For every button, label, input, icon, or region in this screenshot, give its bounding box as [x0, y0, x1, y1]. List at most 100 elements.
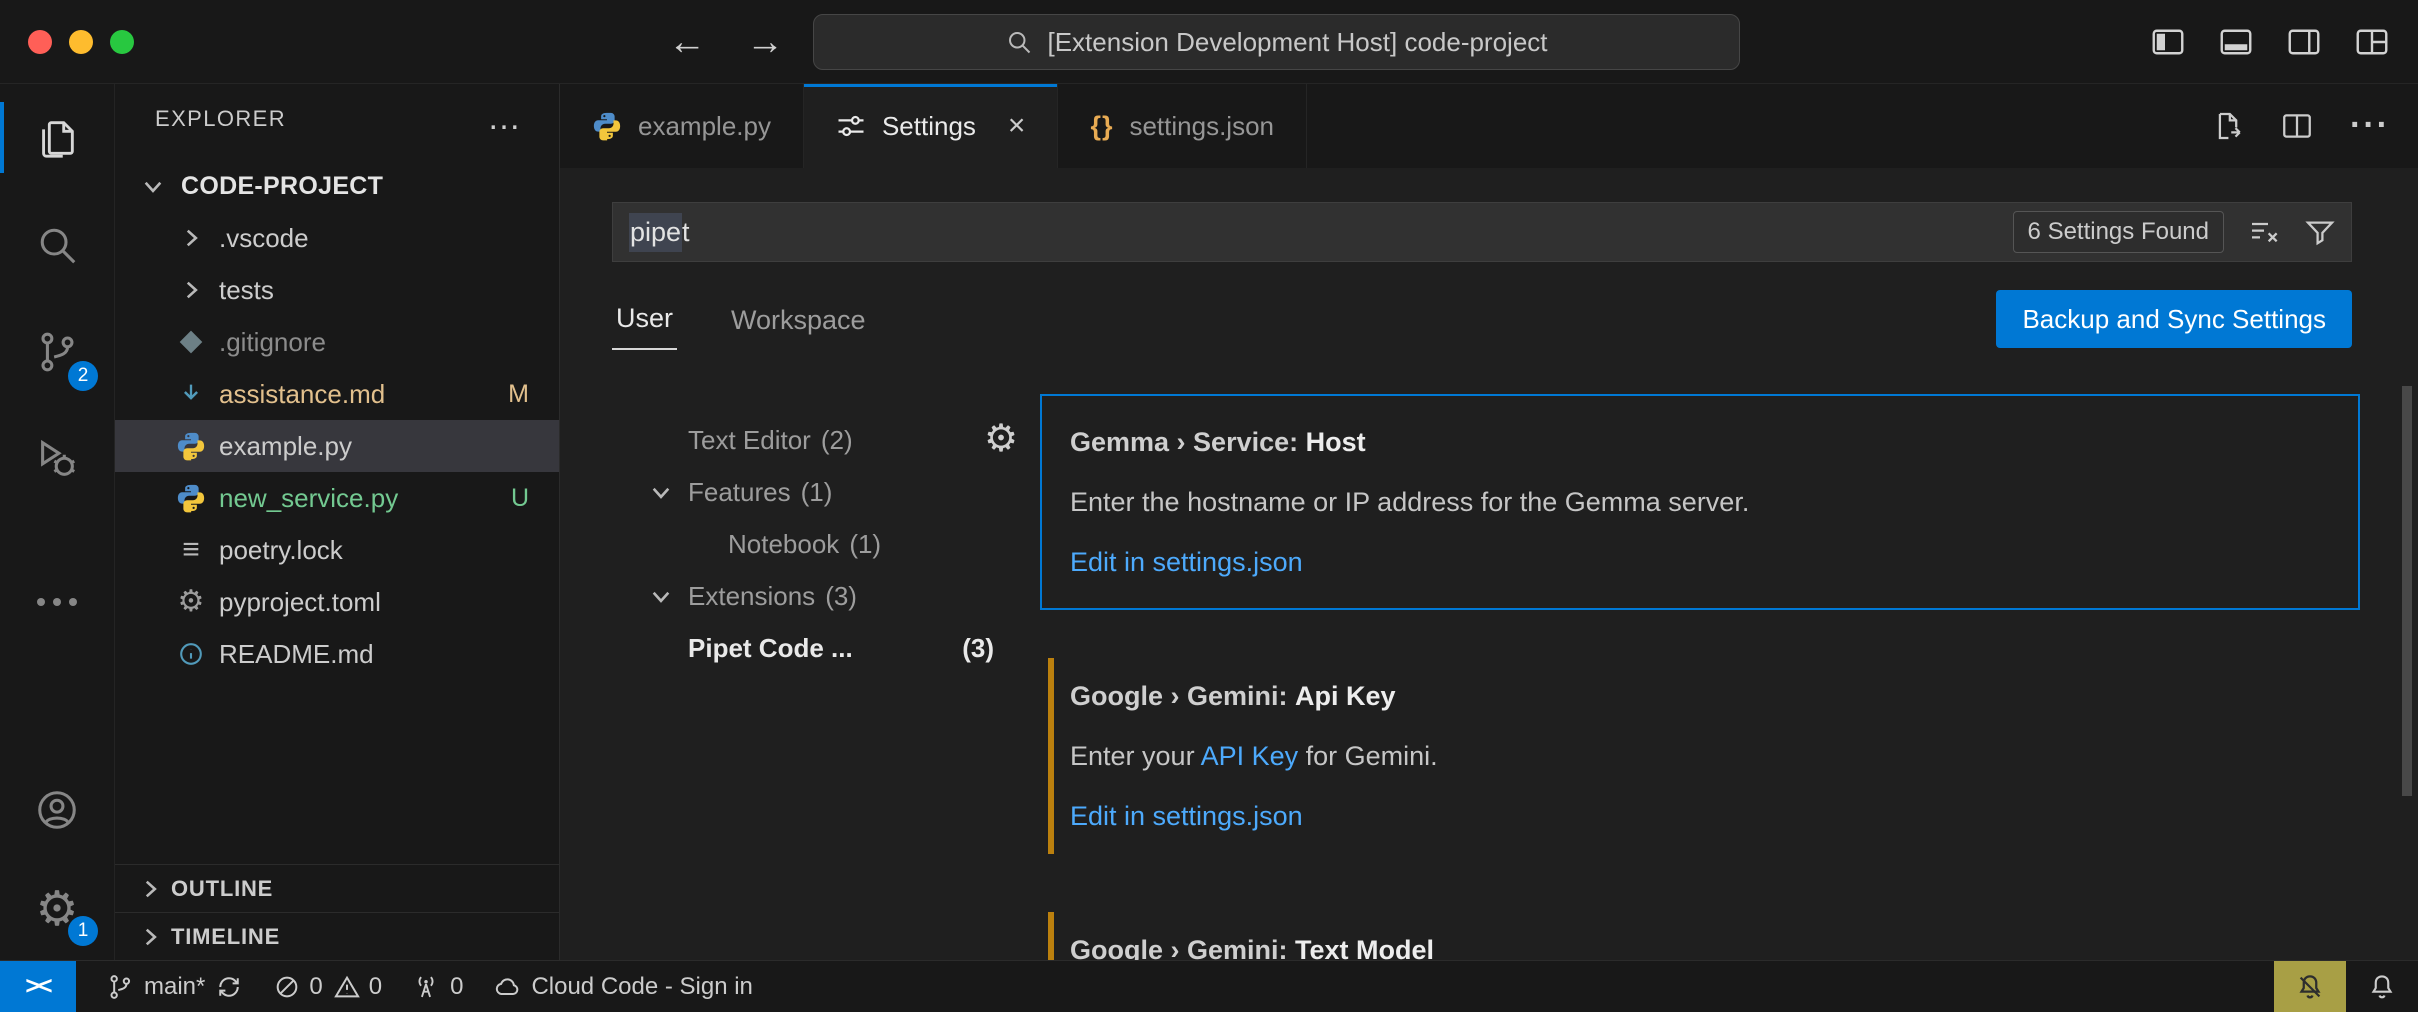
activity-accounts[interactable]: [0, 760, 114, 860]
python-icon: [592, 111, 622, 141]
edit-in-settings-json-link[interactable]: Edit in settings.json: [1070, 798, 2330, 834]
activity-more[interactable]: [0, 548, 114, 655]
setting-gear-icon[interactable]: ⚙: [984, 420, 1018, 458]
tree-item-new-service-py[interactable]: new_service.py U: [115, 472, 559, 524]
setting-gemini-api-key[interactable]: Google › Gemini: Api Key Enter your API …: [1040, 648, 2360, 864]
toc-notebook[interactable]: Notebook (1): [648, 518, 1040, 570]
file-label: .vscode: [219, 223, 309, 254]
tree-item-poetry-lock[interactable]: ≡ poetry.lock: [115, 524, 559, 576]
section-label: OUTLINE: [171, 876, 273, 902]
tree-item-example-py[interactable]: example.py: [115, 420, 559, 472]
do-not-disturb-status[interactable]: [2274, 961, 2346, 1012]
minimize-window-button[interactable]: [69, 30, 93, 54]
timeline-section-header[interactable]: TIMELINE: [115, 912, 559, 960]
setting-title: Google › Gemini: Text Model: [1070, 932, 2330, 960]
tree-item-tests[interactable]: tests: [115, 264, 559, 316]
scrollbar[interactable]: [2402, 386, 2412, 796]
search-text: t: [682, 217, 690, 248]
tab-settings-json[interactable]: {} settings.json: [1058, 84, 1307, 168]
chevron-down-icon: [140, 173, 166, 199]
scope-tab-user[interactable]: User: [612, 303, 677, 350]
settings-toc: Text Editor (2) Features (1) Notebook (1…: [560, 374, 1040, 960]
toc-extensions[interactable]: Extensions (3): [648, 570, 1040, 622]
branch-name: main*: [144, 973, 205, 1001]
more-actions-icon[interactable]: ···: [2350, 119, 2390, 133]
notifications-status[interactable]: [2346, 961, 2418, 1012]
forward-button[interactable]: →: [746, 23, 784, 61]
tab-label: settings.json: [1129, 111, 1274, 142]
api-key-link[interactable]: API Key: [1201, 741, 1299, 771]
python-icon: [176, 431, 206, 461]
tree-item-pyproject-toml[interactable]: ⚙ pyproject.toml: [115, 576, 559, 628]
chevron-right-icon: [178, 277, 204, 303]
problems-status[interactable]: 0 0: [273, 973, 382, 1001]
errors-icon: [273, 973, 301, 1001]
git-branch-status[interactable]: main*: [106, 973, 243, 1001]
search-icon: [1005, 28, 1033, 56]
ports-count: 0: [450, 973, 463, 1001]
sync-icon: [215, 973, 243, 1001]
remote-indicator[interactable]: ><: [0, 961, 76, 1012]
search-icon: [34, 222, 80, 268]
git-file-icon: [180, 331, 203, 354]
edit-in-settings-json-link[interactable]: Edit in settings.json: [1070, 544, 2330, 580]
activity-source-control[interactable]: 2: [0, 298, 114, 405]
explorer-more-actions[interactable]: …: [487, 112, 523, 126]
close-window-button[interactable]: [28, 30, 52, 54]
tree-item-gitignore[interactable]: .gitignore: [115, 316, 559, 368]
filter-icon[interactable]: [2304, 216, 2336, 248]
toggle-panel-icon[interactable]: [2218, 24, 2254, 60]
account-icon: [34, 787, 80, 833]
scope-tab-workspace[interactable]: Workspace: [727, 305, 870, 350]
explorer-title: EXPLORER: [155, 106, 286, 132]
outline-section-header[interactable]: OUTLINE: [115, 864, 559, 912]
file-label: .gitignore: [219, 327, 326, 358]
toc-features[interactable]: Features (1): [648, 466, 1040, 518]
cloud-icon: [493, 973, 521, 1001]
ports-status[interactable]: 0: [412, 973, 463, 1001]
tree-root-code-project[interactable]: CODE-PROJECT: [115, 160, 559, 212]
file-label: poetry.lock: [219, 535, 343, 566]
tree-item-assistance-md[interactable]: assistance.md M: [115, 368, 559, 420]
activity-run-debug[interactable]: [0, 405, 114, 512]
tree-item-readme-md[interactable]: README.md: [115, 628, 559, 680]
tab-label: example.py: [638, 111, 771, 142]
back-button[interactable]: ←: [668, 23, 706, 61]
command-center[interactable]: [Extension Development Host] code-projec…: [813, 14, 1740, 70]
warning-count: 0: [369, 973, 382, 1001]
tab-settings[interactable]: Settings ×: [804, 84, 1058, 168]
cloud-code-status[interactable]: Cloud Code - Sign in: [493, 973, 752, 1001]
status-bar: >< main* 0 0 0 Cloud Code - Sign in: [0, 960, 2418, 1012]
lock-file-icon: ≡: [182, 535, 200, 565]
zoom-window-button[interactable]: [110, 30, 134, 54]
chevron-right-icon: [178, 225, 204, 251]
settings-editor: pipet 6 Settings Found User Workspace Ba…: [560, 168, 2418, 960]
titlebar: ← → [Extension Development Host] code-pr…: [0, 0, 2418, 84]
activity-explorer[interactable]: [0, 84, 114, 191]
backup-sync-settings-button[interactable]: Backup and Sync Settings: [1996, 290, 2352, 348]
setting-gemini-text-model[interactable]: Google › Gemini: Text Model: [1040, 902, 2360, 960]
toc-pipet-code[interactable]: Pipet Code ... (3): [648, 622, 1040, 674]
file-tree: CODE-PROJECT .vscode tests .gitignore as…: [115, 154, 559, 680]
split-editor-icon[interactable]: [2280, 109, 2314, 143]
toc-text-editor[interactable]: Text Editor (2): [648, 414, 1040, 466]
json-braces-icon: {}: [1090, 111, 1113, 142]
toggle-secondary-sidebar-icon[interactable]: [2286, 24, 2322, 60]
tab-example-py[interactable]: example.py: [560, 84, 804, 168]
tree-item-vscode[interactable]: .vscode: [115, 212, 559, 264]
setting-gemma-service-host[interactable]: ⚙ Gemma › Service: Host Enter the hostna…: [1040, 394, 2360, 610]
info-icon: [177, 640, 205, 668]
root-folder-label: CODE-PROJECT: [181, 172, 383, 201]
activity-settings[interactable]: ⚙ 1: [0, 860, 114, 960]
settings-found-badge: 6 Settings Found: [2013, 211, 2224, 253]
config-gear-icon: ⚙: [178, 587, 205, 617]
customize-layout-icon[interactable]: [2354, 24, 2390, 60]
activity-search[interactable]: [0, 191, 114, 298]
history-nav: ← →: [668, 23, 784, 61]
close-tab-icon[interactable]: ×: [1008, 111, 1026, 141]
open-settings-json-icon[interactable]: [2210, 109, 2244, 143]
toggle-primary-sidebar-icon[interactable]: [2150, 24, 2186, 60]
error-count: 0: [309, 973, 322, 1001]
explorer-sidebar: EXPLORER … CODE-PROJECT .vscode tests: [115, 84, 560, 960]
clear-search-filters-icon[interactable]: [2248, 216, 2280, 248]
